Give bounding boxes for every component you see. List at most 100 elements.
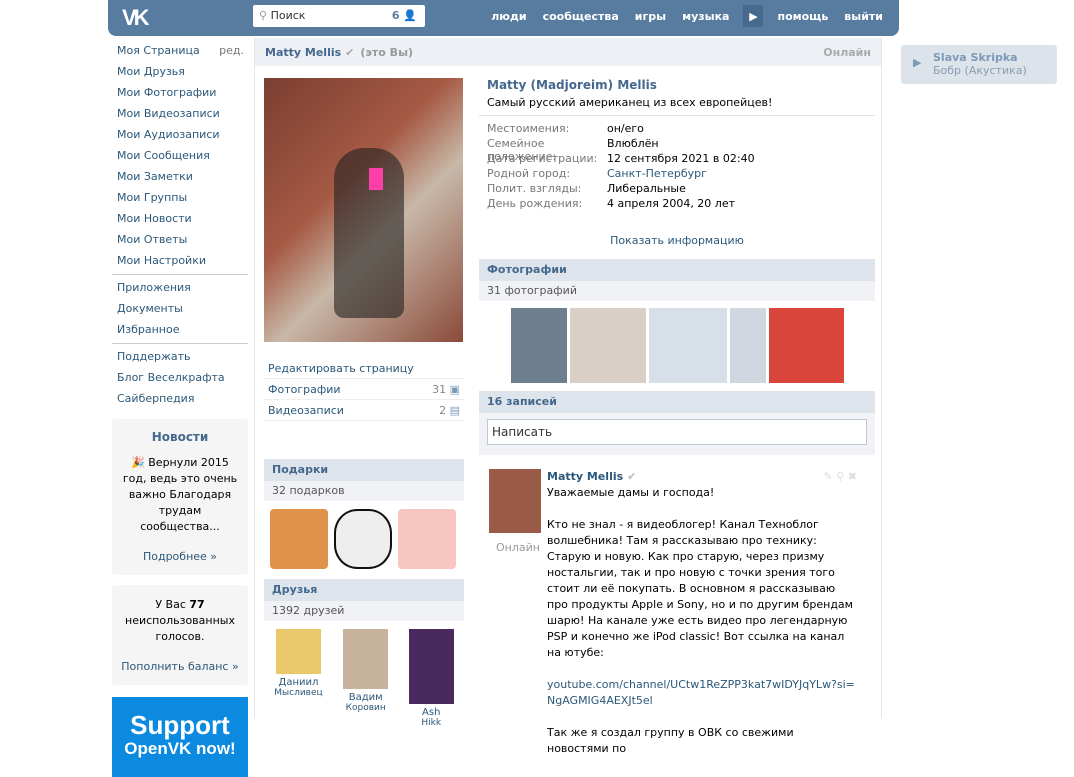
nav-music[interactable]: музыка (674, 10, 737, 23)
top-nav: люди сообщества игры музыка ▶ помощь вый… (483, 0, 891, 32)
photos-count: 31 фотографий (479, 281, 875, 301)
wall-section-title: 16 записей (479, 391, 875, 413)
gifts-section-title[interactable]: Подарки (264, 459, 464, 481)
profile-info: Местоимения: он/его Семейное положение: Вл… (479, 116, 875, 212)
search-icon: ⚲ (259, 9, 271, 22)
nav-logout[interactable]: выйти (836, 10, 891, 23)
online-count[interactable]: 6 👤 (392, 9, 417, 22)
friend-item[interactable]: Ash Hikk (408, 629, 454, 728)
sidebar-item-photos[interactable]: Мои Фотографии (112, 82, 248, 103)
top-header: VK ⚲ Поиск 6 👤 люди сообщества игры музык… (108, 0, 899, 36)
sidebar-item-news[interactable]: Мои Новости (112, 208, 248, 229)
friend-item[interactable]: Вадим Коровин (343, 629, 389, 728)
post-text: Уважаемые дамы и господа! (547, 486, 715, 499)
post-author-avatar[interactable] (489, 469, 541, 533)
news-more-link[interactable]: Подробнее » (143, 550, 217, 563)
gifts-count: 32 подарков (264, 481, 464, 501)
info-row: Родной город: Санкт-Петербург (487, 167, 707, 182)
header-name: Matty Mellis (265, 45, 342, 59)
info-row: Полит. взгляды: Либеральные (487, 182, 686, 195)
sidebar-item-wiki[interactable]: Сайберпедия (112, 388, 248, 409)
info-row: День рождения: 4 апреля 2004, 20 лет (487, 197, 736, 210)
gift-cat[interactable] (270, 509, 328, 569)
track-artist: Slava Skripka (933, 51, 1018, 64)
sidebar-item-settings[interactable]: Мои Настройки (112, 250, 248, 271)
sidebar-item-answers[interactable]: Мои Ответы (112, 229, 248, 250)
photo-thumb[interactable] (649, 308, 727, 383)
wall-post: Онлайн Matty Mellis ✔ ✎ ⚲ ✖ Уважаемые дамы… (479, 455, 875, 771)
photo-thumb[interactable] (769, 308, 844, 383)
info-row: Местоимения: он/его (487, 122, 644, 135)
photos-section-title[interactable]: Фотографии (479, 259, 875, 281)
wall-composer: Написать (479, 413, 875, 455)
friend-item[interactable]: Даниил Мысливец (274, 629, 323, 728)
edit-page-link[interactable]: Редактировать страницу (264, 358, 464, 379)
camera-icon: ▣ (449, 383, 460, 396)
post-author-name[interactable]: Matty Mellis (547, 469, 623, 485)
play-icon[interactable]: ▶ (913, 56, 921, 69)
sidebar-item-videos[interactable]: Мои Видеозаписи (112, 103, 248, 124)
friends-section-title[interactable]: Друзья (264, 579, 464, 601)
support-banner[interactable]: Support OpenVK now! (112, 697, 248, 777)
right-column: Matty (Madjoreim) Mellis Самый русский а… (479, 78, 875, 771)
votes-text: У Вас 77 неиспользованных голосов. (125, 598, 235, 643)
nav-help[interactable]: помощь (769, 10, 836, 23)
post-text: Кто не знал - я видеоблогер! Канал Техно… (547, 518, 853, 659)
gift-trollface[interactable] (334, 509, 392, 569)
sidebar-item-messages[interactable]: Мои Сообщения (112, 145, 248, 166)
photos-thumbs (479, 301, 875, 383)
verified-icon: ✔ (627, 470, 637, 483)
nav-games[interactable]: игры (627, 10, 674, 23)
photo-thumb[interactable] (730, 308, 766, 383)
search-placeholder: Поиск (270, 9, 306, 22)
videos-link[interactable]: Видеозаписи 2 ▤ (264, 400, 464, 421)
post-author-online: Онлайн (496, 541, 540, 554)
photos-link[interactable]: Фотографии 31 ▣ (264, 379, 464, 400)
youtube-link[interactable]: youtube.com/channel/UCtw1ReZPP3kat7wIDYJ… (547, 678, 855, 707)
sidebar-item-my-page[interactable]: Моя Страница ред. (112, 40, 248, 61)
gift-anime[interactable] (398, 509, 456, 569)
profile-photo[interactable] (264, 78, 463, 342)
votes-box: У Вас 77 неиспользованных голосов. Попол… (112, 585, 248, 685)
sidebar-item-apps[interactable]: Приложения (112, 277, 248, 298)
info-row: Семейное положение: Влюблён (487, 137, 659, 163)
sidebar-item-support[interactable]: Поддержать (112, 346, 248, 367)
nav-communities[interactable]: сообщества (535, 10, 627, 23)
post-text: Так же я создал группу в ОВК со свежими … (547, 726, 794, 755)
wall-post-input[interactable]: Написать (487, 419, 867, 445)
support-line1: Support (130, 710, 230, 740)
film-icon: ▤ (449, 404, 460, 417)
sidebar-item-friends[interactable]: Мои Друзья (112, 61, 248, 82)
news-box: Новости 🎉 Вернули 2015 год, ведь это оче… (112, 419, 248, 575)
gifts-list (264, 501, 464, 577)
sidebar-item-groups[interactable]: Мои Группы (112, 187, 248, 208)
sidebar-item-blog[interactable]: Блог Веселкрафта (112, 367, 248, 388)
audio-player-widget[interactable]: ▶ Slava Skripka Бобр (Акустика) (901, 45, 1057, 84)
left-column: Редактировать страницу Фотографии 31 ▣ Ви… (264, 78, 464, 728)
edit-link[interactable]: ред. (219, 40, 244, 61)
profile-status[interactable]: Самый русский американец из всех европей… (479, 92, 875, 116)
sidebar-item-audio[interactable]: Мои Аудиозаписи (112, 124, 248, 145)
post-actions[interactable]: ✎ ⚲ ✖ (824, 469, 857, 485)
divider (112, 274, 248, 275)
sidebar-item-documents[interactable]: Документы (112, 298, 248, 319)
info-row: Дата регистрации: 12 сентября 2021 в 02:4… (487, 152, 755, 165)
profile-full-name: Matty (Madjoreim) Mellis (487, 78, 657, 92)
profile-header: Matty Mellis ✔ (это Вы) Онлайн (255, 38, 881, 66)
play-icon[interactable]: ▶ (743, 5, 764, 27)
photo-thumb[interactable] (511, 308, 567, 383)
top-up-balance-link[interactable]: Пополнить баланс » (121, 660, 238, 673)
online-status: Онлайн (823, 45, 871, 59)
sidebar-item-notes[interactable]: Мои Заметки (112, 166, 248, 187)
left-sidebar: Моя Страница ред. Мои Друзья Мои Фотограф… (112, 40, 248, 777)
support-line2: OpenVK now! (124, 739, 236, 758)
hometown-link[interactable]: Санкт-Петербург (607, 167, 707, 182)
friends-count: 1392 друзей (264, 601, 464, 621)
search-input[interactable]: ⚲ Поиск 6 👤 (253, 5, 425, 27)
photo-thumb[interactable] (570, 308, 646, 383)
sidebar-item-favorites[interactable]: Избранное (112, 319, 248, 340)
nav-people[interactable]: люди (483, 10, 534, 23)
vk-logo[interactable]: VK (122, 5, 150, 31)
track-title: Бобр (Акустика) (933, 64, 1027, 77)
show-info-link[interactable]: Показать информацию (610, 234, 744, 247)
